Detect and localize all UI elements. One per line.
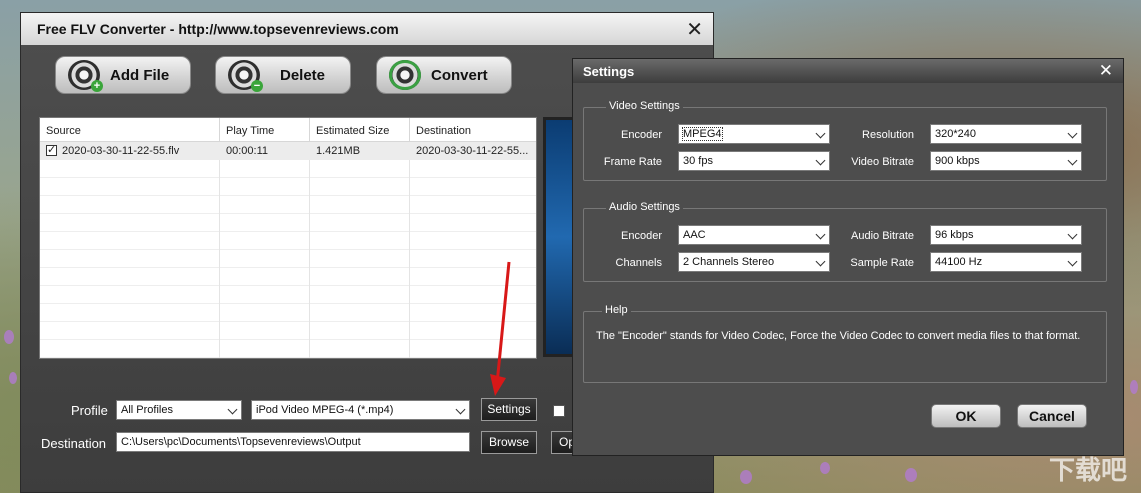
delete-label: Delete [280, 66, 326, 84]
film-reel-delete-icon: − [228, 60, 263, 92]
ok-button[interactable]: OK [931, 404, 1001, 428]
frame-rate-select[interactable]: 30 fps [678, 151, 830, 171]
chevron-down-icon [1067, 155, 1078, 166]
audio-bitrate-value: 96 kbps [935, 229, 974, 241]
help-group: Help The "Encoder" stands for Video Code… [583, 304, 1107, 383]
close-icon[interactable]: ✕ [1099, 61, 1113, 81]
settings-title-bar: Settings ✕ [573, 59, 1123, 83]
video-bitrate-label: Video Bitrate [851, 156, 914, 168]
frame-rate-value: 30 fps [683, 155, 713, 167]
file-list-empty-grid [40, 160, 536, 358]
audio-bitrate-label: Audio Bitrate [851, 230, 914, 242]
cell-source: 2020-03-30-11-22-55.flv [40, 142, 220, 160]
audio-encoder-value: AAC [683, 229, 706, 241]
audio-encoder-label: Encoder [621, 230, 662, 242]
settings-button[interactable]: Settings [481, 398, 537, 421]
chevron-down-icon [815, 155, 826, 166]
sample-rate-label: Sample Rate [850, 257, 914, 269]
video-encoder-value: MPEG4 [682, 127, 723, 141]
chevron-down-icon [227, 404, 238, 415]
help-title: Help [602, 304, 631, 316]
red-arrow-annotation [490, 261, 511, 396]
chevron-down-icon [815, 128, 826, 139]
file-list[interactable]: Source Play Time Estimated Size Destinat… [39, 117, 537, 359]
watermark-logo: 下载吧 [1048, 456, 1127, 486]
window-title: Free FLV Converter - http://www.topseven… [37, 21, 399, 37]
background-flower [9, 372, 17, 384]
title-bar: Free FLV Converter - http://www.topseven… [21, 13, 713, 45]
audio-encoder-select[interactable]: AAC [678, 225, 830, 245]
destination-path-input[interactable]: C:\Users\pc\Documents\Topsevenreviews\Ou… [116, 432, 470, 452]
audio-bitrate-select[interactable]: 96 kbps [930, 225, 1082, 245]
preview-banner [543, 117, 575, 357]
background-flower [4, 330, 14, 344]
file-list-header: Source Play Time Estimated Size Destinat… [40, 118, 536, 142]
column-header-destination[interactable]: Destination [410, 118, 536, 141]
cell-estimated-size: 1.421MB [316, 145, 361, 157]
browse-button[interactable]: Browse [481, 431, 537, 454]
film-reel-add-icon: + [68, 60, 103, 92]
profile-label: Profile [71, 403, 108, 418]
audio-settings-title: Audio Settings [606, 201, 683, 213]
column-header-play-time[interactable]: Play Time [220, 118, 310, 141]
chevron-down-icon [1067, 256, 1078, 267]
video-encoder-label: Encoder [621, 129, 662, 141]
delete-button[interactable]: − Delete [215, 56, 351, 94]
film-reel-convert-icon [389, 60, 421, 90]
sample-rate-value: 44100 Hz [935, 256, 983, 268]
channels-select[interactable]: 2 Channels Stereo [678, 252, 830, 272]
source-filename: 2020-03-30-11-22-55.flv [62, 145, 180, 157]
video-encoder-select[interactable]: MPEG4 [678, 124, 830, 144]
resolution-value: 320*240 [935, 128, 976, 140]
profile-category-value: All Profiles [121, 404, 173, 416]
cancel-button[interactable]: Cancel [1017, 404, 1087, 428]
convert-button[interactable]: Convert [376, 56, 512, 94]
settings-title: Settings [583, 64, 635, 79]
profile-format-value: iPod Video MPEG-4 (*.mp4) [256, 404, 394, 416]
video-settings-group: Video Settings Encoder MPEG4 Resolution … [583, 100, 1107, 181]
background-flower [905, 468, 917, 482]
column-header-source[interactable]: Source [40, 118, 220, 141]
chevron-down-icon [815, 229, 826, 240]
channels-value: 2 Channels Stereo [683, 256, 775, 268]
column-header-estimated-size[interactable]: Estimated Size [310, 118, 410, 141]
close-icon[interactable]: ✕ [686, 17, 703, 42]
background-flower [1130, 380, 1138, 394]
cell-destination: 2020-03-30-11-22-55... [416, 145, 529, 157]
convert-label: Convert [431, 66, 488, 84]
cell-play-time: 00:00:11 [226, 145, 269, 157]
chevron-down-icon [815, 256, 826, 267]
channels-label: Channels [615, 257, 662, 269]
video-bitrate-value: 900 kbps [935, 155, 980, 167]
profile-format-select[interactable]: iPod Video MPEG-4 (*.mp4) [251, 400, 470, 420]
resolution-label: Resolution [862, 129, 914, 141]
video-settings-title: Video Settings [606, 100, 683, 112]
resolution-select[interactable]: 320*240 [930, 124, 1082, 144]
background-flower [820, 462, 830, 474]
sample-rate-select[interactable]: 44100 Hz [930, 252, 1082, 272]
table-row[interactable]: 2020-03-30-11-22-55.flv 00:00:11 1.421MB… [40, 142, 536, 160]
profile-category-select[interactable]: All Profiles [116, 400, 242, 420]
add-file-label: Add File [110, 66, 170, 84]
frame-rate-label: Frame Rate [603, 156, 662, 168]
video-bitrate-select[interactable]: 900 kbps [930, 151, 1082, 171]
destination-label: Destination [41, 436, 107, 451]
row-checkbox[interactable] [46, 143, 57, 156]
option-checkbox[interactable] [553, 405, 565, 417]
help-text: The "Encoder" stands for Video Codec, Fo… [596, 330, 1081, 342]
background-flower [740, 470, 752, 484]
audio-settings-group: Audio Settings Encoder AAC Audio Bitrate… [583, 201, 1107, 282]
settings-dialog: Settings ✕ Video Settings Encoder MPEG4 … [572, 58, 1124, 456]
chevron-down-icon [1067, 229, 1078, 240]
chevron-down-icon [1067, 128, 1078, 139]
add-file-button[interactable]: + Add File [55, 56, 191, 94]
chevron-down-icon [455, 404, 466, 415]
